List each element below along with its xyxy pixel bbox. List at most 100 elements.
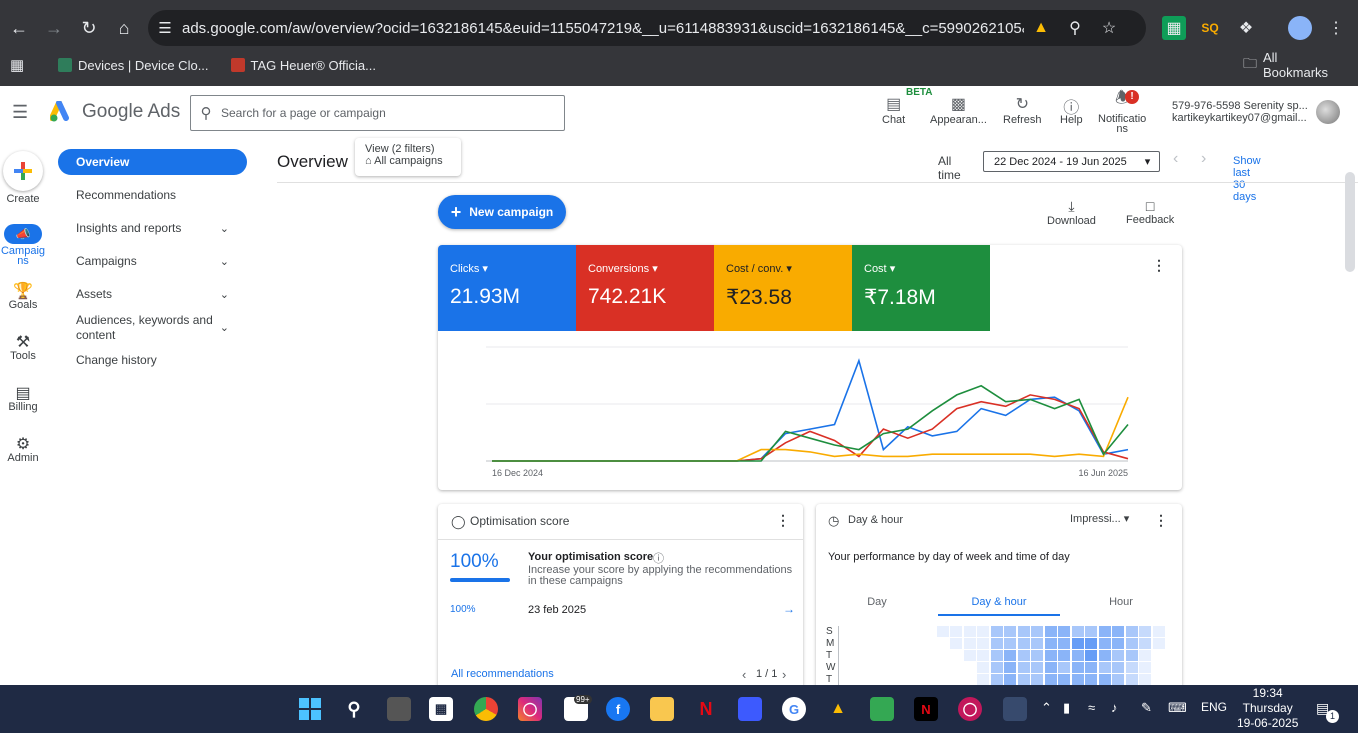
- refresh-button[interactable]: ↻ Refresh: [1003, 94, 1042, 126]
- account-switcher[interactable]: 579-976-5598 Serenity sp... kartikeykart…: [1172, 100, 1308, 124]
- heatmap-cell[interactable]: [923, 662, 935, 673]
- apps-grid-icon[interactable]: ▦: [10, 56, 28, 74]
- heatmap-cell[interactable]: [1031, 626, 1043, 637]
- heatmap-cell[interactable]: [990, 650, 1003, 661]
- heatmap-cell[interactable]: [936, 650, 949, 661]
- wifi-icon[interactable]: ≈: [1088, 700, 1095, 715]
- chrome-icon[interactable]: [474, 697, 498, 721]
- rail-billing[interactable]: ▤ Billing: [0, 383, 46, 413]
- site-info-icon[interactable]: ☰: [148, 19, 182, 37]
- heatmap-cell[interactable]: [1044, 650, 1057, 661]
- heatmap-cell[interactable]: [1031, 638, 1043, 649]
- volume-icon[interactable]: ♪: [1111, 700, 1118, 715]
- heatmap-cell[interactable]: [923, 650, 935, 661]
- google-icon[interactable]: G: [782, 697, 806, 721]
- instagram-icon[interactable]: ◯: [518, 697, 542, 721]
- heatmap-cell[interactable]: [1017, 626, 1030, 637]
- heatmap-cell[interactable]: [1044, 626, 1057, 637]
- heatmap-cell[interactable]: [896, 650, 908, 661]
- heatmap-cell[interactable]: [855, 626, 868, 637]
- heatmap-cell[interactable]: [882, 626, 895, 637]
- heatmap-cell[interactable]: [855, 674, 868, 685]
- google-ads-extension-icon[interactable]: ▲: [1024, 19, 1058, 37]
- heatmap-cell[interactable]: [1004, 638, 1016, 649]
- nav-overview[interactable]: Overview: [58, 149, 247, 175]
- heatmap-cell[interactable]: [1098, 674, 1111, 685]
- chevron-up-icon[interactable]: ⌃: [1041, 700, 1052, 716]
- heatmap-cell[interactable]: [1085, 662, 1097, 673]
- heatmap-cell[interactable]: [1152, 674, 1165, 685]
- heatmap-cell[interactable]: [963, 638, 976, 649]
- bookmark-tag-heuer[interactable]: TAG Heuer® Officia...: [230, 58, 376, 73]
- heatmap-cell[interactable]: [950, 638, 962, 649]
- heatmap-cell[interactable]: [909, 662, 922, 673]
- feedback-button[interactable]: □ Feedback: [1126, 198, 1174, 226]
- heatmap-cell[interactable]: [842, 650, 854, 661]
- heatmap-cell[interactable]: [1125, 638, 1138, 649]
- date-range-picker[interactable]: 22 Dec 2024 - 19 Jun 2025 ▾: [983, 151, 1160, 172]
- heatmap-cell[interactable]: [1044, 662, 1057, 673]
- heatmap-cell[interactable]: [1125, 662, 1138, 673]
- nav-change-history[interactable]: Change history: [58, 353, 247, 367]
- url-text[interactable]: ads.google.com/aw/overview?ocid=16321861…: [182, 20, 1024, 37]
- facebook-icon[interactable]: f: [606, 697, 630, 721]
- view-filter-button[interactable]: View (2 filters) ⌂ All campaigns: [355, 138, 461, 176]
- heatmap-cell[interactable]: [977, 662, 989, 673]
- heatmap-cell[interactable]: [1098, 650, 1111, 661]
- forward-icon[interactable]: →: [38, 12, 70, 44]
- home-icon[interactable]: ⌂: [108, 12, 140, 44]
- tab-hour[interactable]: Hour: [1060, 588, 1182, 616]
- rail-admin[interactable]: ⚙ Admin: [0, 434, 46, 464]
- notifications-button[interactable]: 🕭 Notificatio ns: [1098, 91, 1146, 135]
- windows-start-icon[interactable]: [298, 697, 322, 721]
- chevron-right-icon[interactable]: ›: [782, 667, 786, 682]
- heatmap-cell[interactable]: [936, 662, 949, 673]
- heatmap-cell[interactable]: [882, 638, 895, 649]
- widgets-icon[interactable]: ▦: [429, 697, 453, 721]
- heatmap-cell[interactable]: [1071, 650, 1084, 661]
- heatmap-cell[interactable]: [990, 626, 1003, 637]
- extension-sheets-icon[interactable]: ▦: [1162, 16, 1186, 40]
- heatmap-cell[interactable]: [950, 662, 962, 673]
- heatmap-cell[interactable]: [1071, 638, 1084, 649]
- heatmap-cell[interactable]: [977, 638, 989, 649]
- meet-icon[interactable]: [870, 697, 894, 721]
- heatmap-cell[interactable]: [896, 662, 908, 673]
- heatmap-cell[interactable]: [1152, 662, 1165, 673]
- tab-day-and-hour[interactable]: Day & hour: [938, 588, 1060, 616]
- heatmap-cell[interactable]: [909, 650, 922, 661]
- metric-cost[interactable]: Cost ▾ ₹7.18M: [852, 245, 990, 331]
- heatmap-cell[interactable]: [1004, 650, 1016, 661]
- search-icon[interactable]: ⚲: [342, 697, 366, 721]
- heatmap-cell[interactable]: [1017, 650, 1030, 661]
- heatmap-cell[interactable]: [1058, 662, 1070, 673]
- keyboard-icon[interactable]: ⌨: [1168, 700, 1187, 716]
- rail-campaigns[interactable]: 📣 Campaig ns: [0, 224, 46, 267]
- help-button[interactable]: ⓘ Help: [1060, 94, 1083, 126]
- show-last-30-days-link[interactable]: Show last 30 days: [1233, 155, 1261, 203]
- heatmap-cell[interactable]: [1098, 662, 1111, 673]
- heatmap-cell[interactable]: [1152, 650, 1165, 661]
- heatmap-cell[interactable]: [909, 638, 922, 649]
- heatmap-cell[interactable]: [977, 626, 989, 637]
- heatmap-cell[interactable]: [1112, 674, 1124, 685]
- heatmap-cell[interactable]: [855, 638, 868, 649]
- heatmap-cell[interactable]: [1004, 626, 1016, 637]
- heatmap-cell[interactable]: [1058, 638, 1070, 649]
- heatmap-cell[interactable]: [1085, 638, 1097, 649]
- heatmap-cell[interactable]: [1152, 638, 1165, 649]
- heatmap-cell[interactable]: [1058, 674, 1070, 685]
- heatmap-cell[interactable]: [950, 650, 962, 661]
- netflix-icon[interactable]: N: [694, 697, 718, 721]
- heatmap-cell[interactable]: [842, 674, 854, 685]
- heatmap-cell[interactable]: [1044, 674, 1057, 685]
- heatmap-cell[interactable]: [990, 638, 1003, 649]
- heatmap-cell[interactable]: [1125, 650, 1138, 661]
- heatmap-cell[interactable]: [1071, 626, 1084, 637]
- heatmap-cell[interactable]: [1139, 638, 1151, 649]
- metric-conversions[interactable]: Conversions ▾ 742.21K: [576, 245, 714, 331]
- heatmap-cell[interactable]: [977, 650, 989, 661]
- heatmap-cell[interactable]: [990, 674, 1003, 685]
- heatmap-cell[interactable]: [869, 674, 881, 685]
- all-recommendations-link[interactable]: All recommendations: [451, 668, 554, 680]
